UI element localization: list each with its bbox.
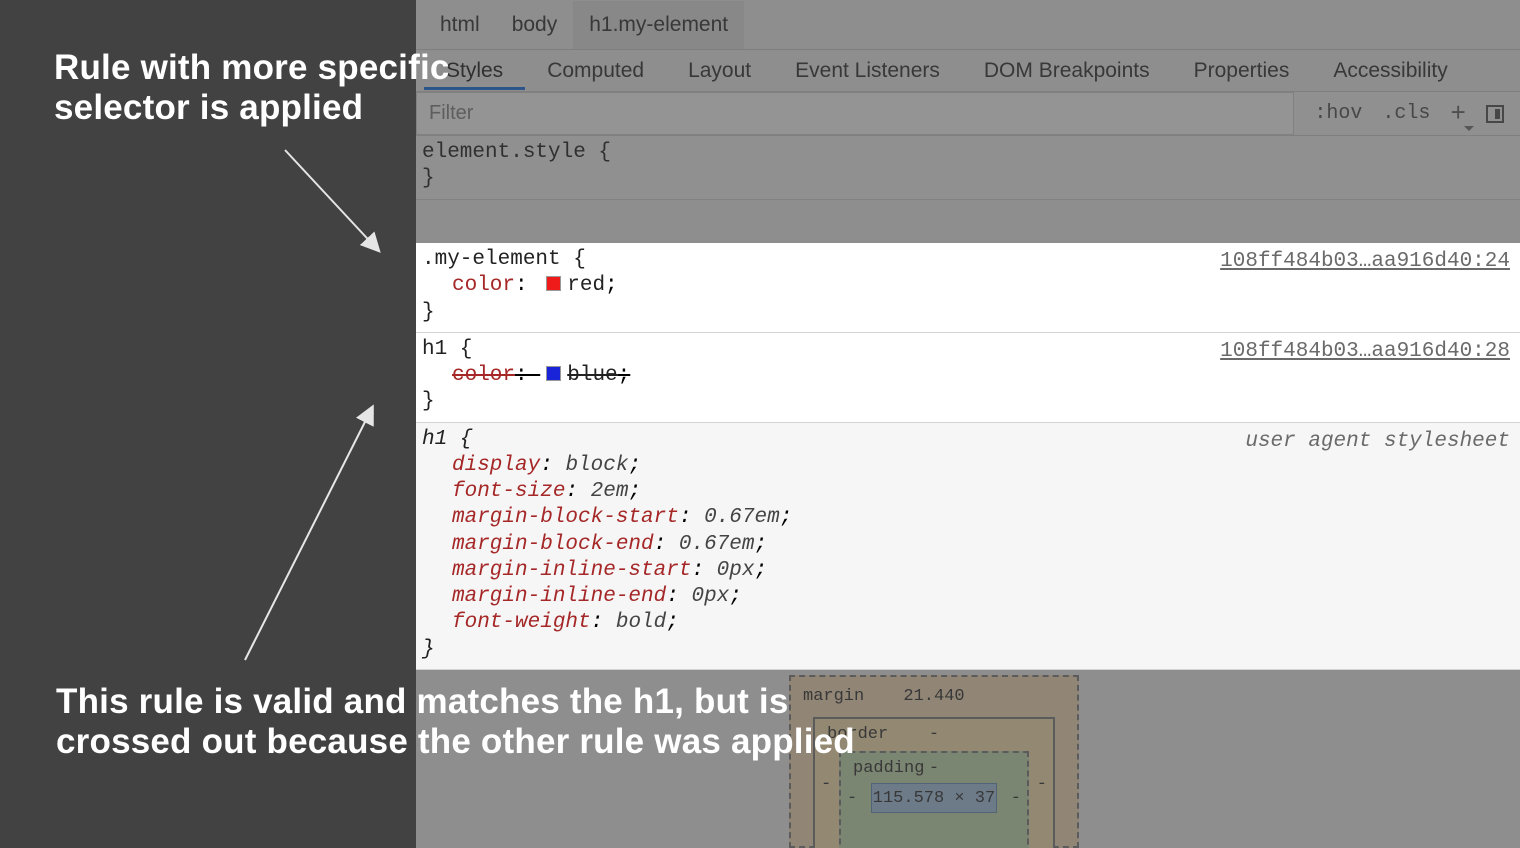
css-property-name: font-size	[452, 480, 565, 503]
css-property-name: margin-inline-end	[452, 585, 666, 608]
css-property-name: display	[452, 454, 540, 477]
css-property-value: 0px	[717, 559, 755, 582]
cls-toggle[interactable]: .cls	[1382, 102, 1430, 125]
annotation-text: crossed out because the other rule was a…	[56, 722, 855, 762]
css-property-name: font-weight	[452, 611, 591, 634]
annotation-text: Rule with more specific	[54, 48, 450, 88]
tab-properties[interactable]: Properties	[1172, 51, 1312, 90]
rule-element-style[interactable]: element.style { }	[416, 136, 1520, 200]
box-model-padding-top: -	[929, 759, 939, 778]
new-style-rule-button[interactable]: +	[1450, 99, 1466, 129]
css-property-name: color	[452, 274, 515, 297]
box-model-padding-label: padding	[853, 759, 924, 778]
css-property-value: blue	[567, 364, 617, 387]
hov-toggle[interactable]: :hov	[1314, 102, 1362, 125]
box-model-padding-left: -	[847, 789, 857, 808]
css-property-value: 0.67em	[679, 533, 755, 556]
box-model-content: 115.578 × 37	[871, 783, 997, 813]
box-model-border-top: -	[929, 725, 939, 744]
css-property-name: color	[452, 364, 515, 387]
box-model-margin-top: 21.440	[903, 687, 964, 706]
arrow-icon	[245, 408, 372, 660]
breadcrumb-html[interactable]: html	[424, 1, 496, 49]
toggle-panel-icon[interactable]	[1486, 105, 1504, 123]
highlighted-rules: 108ff484b03…aa916d40:24 .my-element { co…	[416, 243, 1520, 670]
filter-row: :hov .cls +	[416, 92, 1520, 136]
rule-my-element[interactable]: 108ff484b03…aa916d40:24 .my-element { co…	[416, 243, 1520, 333]
rule-source-ua: user agent stylesheet	[1245, 429, 1510, 455]
annotation-top: Rule with more specific selector is appl…	[54, 48, 450, 129]
annotation-bottom: This rule is valid and matches the h1, b…	[56, 682, 855, 763]
tab-layout[interactable]: Layout	[666, 51, 773, 90]
rule-close-brace: }	[422, 389, 1514, 415]
annotation-text: selector is applied	[54, 88, 450, 128]
css-property-name: margin-block-start	[452, 506, 679, 529]
css-property-value: bold	[616, 611, 666, 634]
tab-accessibility[interactable]: Accessibility	[1311, 51, 1469, 90]
color-swatch-icon[interactable]	[546, 276, 561, 291]
rule-h1-overridden[interactable]: 108ff484b03…aa916d40:28 h1 { color: blue…	[416, 333, 1520, 423]
css-property-value: 0.67em	[704, 506, 780, 529]
rule-source-link[interactable]: 108ff484b03…aa916d40:24	[1220, 249, 1510, 275]
filter-input[interactable]	[416, 92, 1294, 135]
rule-close-brace: }	[422, 637, 1514, 663]
css-property-name: margin-inline-start	[452, 559, 691, 582]
css-property-value: block	[565, 454, 628, 477]
css-property-name: margin-block-end	[452, 533, 654, 556]
annotation-text: This rule is valid and matches the h1, b…	[56, 682, 855, 722]
breadcrumb-body[interactable]: body	[496, 1, 574, 49]
box-model-border-right: -	[1037, 775, 1047, 794]
tab-dom-breakpoints[interactable]: DOM Breakpoints	[962, 51, 1172, 90]
tab-event-listeners[interactable]: Event Listeners	[773, 51, 962, 90]
arrow-icon	[285, 150, 378, 250]
box-model-border-left: -	[821, 775, 831, 794]
rule-user-agent[interactable]: user agent stylesheet h1 { display: bloc…	[416, 423, 1520, 670]
rule-close-brace: }	[422, 300, 1514, 326]
breadcrumb: html body h1.my-element	[416, 0, 1520, 50]
rule-close-brace: }	[422, 166, 1514, 192]
rule-source-link[interactable]: 108ff484b03…aa916d40:28	[1220, 339, 1510, 365]
color-swatch-icon[interactable]	[546, 366, 561, 381]
css-property-value: 0px	[691, 585, 729, 608]
tab-computed[interactable]: Computed	[525, 51, 666, 90]
css-property-value: red	[567, 274, 605, 297]
panel-tabs: Styles Computed Layout Event Listeners D…	[416, 50, 1520, 92]
breadcrumb-current[interactable]: h1.my-element	[573, 1, 744, 49]
box-model-padding-right: -	[1011, 789, 1021, 808]
css-property-value: 2em	[591, 480, 629, 503]
rule-selector: element.style {	[422, 140, 1514, 166]
